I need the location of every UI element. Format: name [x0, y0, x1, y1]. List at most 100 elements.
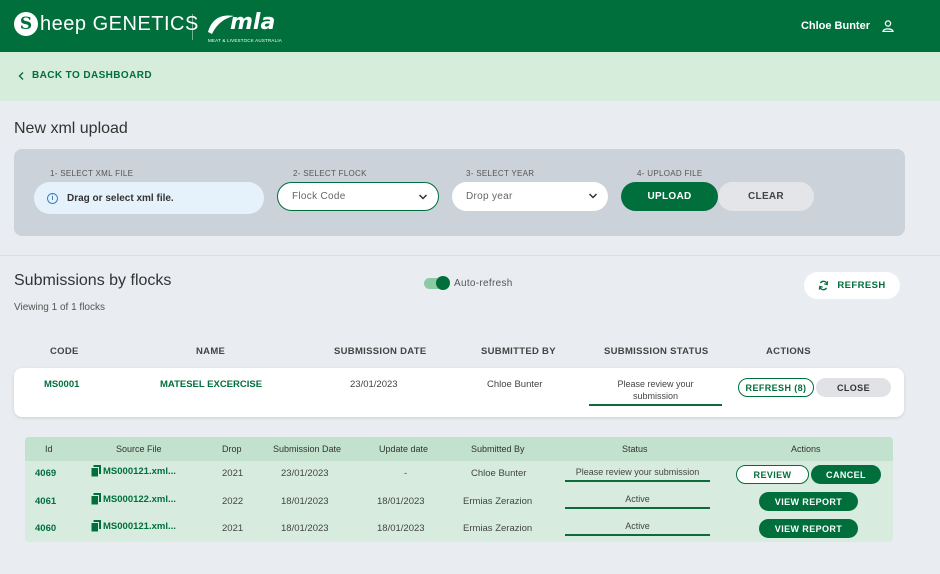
- detail-row-file[interactable]: MS000121.xml...: [91, 520, 176, 532]
- file-icon: [91, 465, 101, 477]
- cancel-button[interactable]: CANCEL: [811, 465, 881, 484]
- detail-col-drop: Drop: [222, 444, 242, 454]
- auto-refresh-toggle[interactable]: [424, 276, 450, 290]
- mla-word: mla: [230, 10, 276, 35]
- user-icon[interactable]: [882, 20, 894, 32]
- flock-submission-status: Please review your submission: [589, 378, 722, 402]
- detail-row-submission-date: 18/01/2023: [281, 496, 329, 507]
- detail-row-update-date: 18/01/2023: [377, 496, 425, 507]
- logo-text-secondary: GENETICS: [92, 12, 199, 35]
- flock-submitted-by: Chloe Bunter: [487, 379, 543, 390]
- status-underline: [565, 534, 710, 536]
- top-bar: S heep GENETICS mla MEAT & LIVESTOCK AUS…: [0, 0, 940, 52]
- detail-row-file[interactable]: MS000121.xml...: [91, 465, 176, 477]
- section-divider: [0, 255, 940, 256]
- auto-refresh-label: Auto-refresh: [454, 278, 513, 289]
- col-header-submission-date: SUBMISSION DATE: [334, 346, 427, 357]
- detail-row-submission-date: 23/01/2023: [281, 468, 329, 479]
- detail-row-id[interactable]: 4069: [35, 468, 56, 479]
- detail-col-submission-date: Submission Date: [273, 444, 342, 454]
- detail-row-file-name: MS000121.xml...: [103, 466, 176, 477]
- clear-button[interactable]: CLEAR: [718, 182, 814, 211]
- drop-year-select[interactable]: Drop year: [452, 182, 608, 211]
- file-icon: [91, 520, 101, 532]
- step2-label: 2- SELECT FLOCK: [293, 169, 367, 178]
- file-icon: [91, 493, 101, 505]
- flock-code[interactable]: MS0001: [44, 379, 79, 390]
- xml-file-drop-zone[interactable]: i Drag or select xml file.: [34, 182, 264, 214]
- flock-row: MS0001 MATESEL EXCERCISE 23/01/2023 Chlo…: [14, 368, 904, 417]
- detail-row-status: Active: [625, 494, 650, 504]
- drop-zone-text: Drag or select xml file.: [67, 192, 174, 204]
- detail-row-drop: 2021: [222, 468, 244, 479]
- detail-row-submitted-by: Ermias Zerazion: [463, 496, 533, 507]
- detail-col-status: Status: [622, 444, 648, 454]
- status-line-2: submission: [632, 391, 679, 401]
- col-header-actions: ACTIONS: [766, 346, 811, 357]
- detail-col-update-date: Update date: [379, 444, 429, 454]
- info-icon: i: [47, 192, 58, 204]
- detail-row-update-date: -: [404, 468, 408, 479]
- detail-row-id[interactable]: 4060: [35, 523, 56, 534]
- mla-subtitle: MEAT & LIVESTOCK AUSTRALIA: [208, 38, 282, 43]
- detail-row-file-name: MS000121.xml...: [103, 521, 176, 532]
- logo-divider: [192, 14, 193, 40]
- back-label: BACK TO DASHBOARD: [32, 70, 152, 81]
- submission-detail-table: Id Source File Drop Submission Date Upda…: [25, 437, 893, 542]
- detail-row-file-name: MS000122.xml...: [103, 494, 176, 505]
- review-button[interactable]: REVIEW: [736, 465, 809, 484]
- detail-row-file[interactable]: MS000122.xml...: [91, 493, 176, 505]
- detail-row-id[interactable]: 4061: [35, 496, 56, 507]
- chevron-left-icon: [18, 71, 24, 80]
- detail-row-status: Active: [625, 521, 650, 531]
- viewing-count: Viewing 1 of 1 flocks: [14, 302, 105, 313]
- col-header-code: CODE: [50, 346, 79, 357]
- detail-row-drop: 2022: [222, 496, 244, 507]
- detail-row-status: Please review your submission: [575, 467, 700, 477]
- col-header-name: NAME: [196, 346, 226, 357]
- col-header-submitted-by: SUBMITTED BY: [481, 346, 556, 357]
- refresh-label: REFRESH: [837, 280, 886, 291]
- logo-text-main: heep: [40, 12, 87, 35]
- detail-col-actions: Actions: [791, 444, 821, 454]
- toggle-knob: [436, 276, 450, 290]
- back-to-dashboard-link[interactable]: BACK TO DASHBOARD: [18, 70, 152, 81]
- detail-row-submission-date: 18/01/2023: [281, 523, 329, 534]
- sheep-genetics-logo[interactable]: S heep GENETICS: [14, 12, 199, 36]
- logo-mark: S: [14, 12, 38, 36]
- detail-col-submitted-by: Submitted By: [471, 444, 525, 454]
- col-header-submission-status: SUBMISSION STATUS: [604, 346, 709, 357]
- refresh-icon: [819, 280, 829, 291]
- status-underline: [565, 480, 710, 482]
- view-report-button[interactable]: VIEW REPORT: [759, 519, 858, 538]
- flock-submission-date: 23/01/2023: [350, 379, 398, 390]
- detail-col-source-file: Source File: [116, 444, 162, 454]
- drop-year-placeholder: Drop year: [466, 191, 513, 202]
- status-underline: [565, 507, 710, 509]
- detail-row-submitted-by: Ermias Zerazion: [463, 523, 533, 534]
- detail-row-update-date: 18/01/2023: [377, 523, 425, 534]
- user-name[interactable]: Chloe Bunter: [801, 20, 870, 32]
- refresh-count-button[interactable]: REFRESH (8): [738, 378, 814, 397]
- upload-button[interactable]: UPLOAD: [621, 182, 718, 211]
- page-title: New xml upload: [14, 120, 128, 137]
- detail-row-submitted-by: Chloe Bunter: [471, 468, 527, 479]
- step1-label: 1- SELECT XML FILE: [50, 169, 134, 178]
- step3-label: 3- SELECT YEAR: [466, 169, 535, 178]
- submissions-title: Submissions by flocks: [14, 272, 172, 289]
- flock-code-select[interactable]: Flock Code: [277, 182, 439, 211]
- logo-text: heep GENETICS: [40, 13, 199, 36]
- detail-row-drop: 2021: [222, 523, 244, 534]
- mla-logo: mla MEAT & LIVESTOCK AUSTRALIA: [206, 10, 282, 44]
- step4-label: 4- UPLOAD FILE: [637, 169, 703, 178]
- chevron-down-icon: [588, 193, 598, 199]
- detail-col-id: Id: [45, 444, 53, 454]
- status-line-1: Please review your: [617, 379, 694, 389]
- view-report-button[interactable]: VIEW REPORT: [759, 492, 858, 511]
- flock-code-placeholder: Flock Code: [292, 191, 346, 202]
- refresh-button[interactable]: REFRESH: [804, 272, 900, 299]
- chevron-down-icon: [418, 194, 428, 200]
- flock-name[interactable]: MATESEL EXCERCISE: [160, 379, 262, 390]
- close-button[interactable]: CLOSE: [816, 378, 891, 397]
- upload-panel: 1- SELECT XML FILE 2- SELECT FLOCK 3- SE…: [14, 149, 905, 236]
